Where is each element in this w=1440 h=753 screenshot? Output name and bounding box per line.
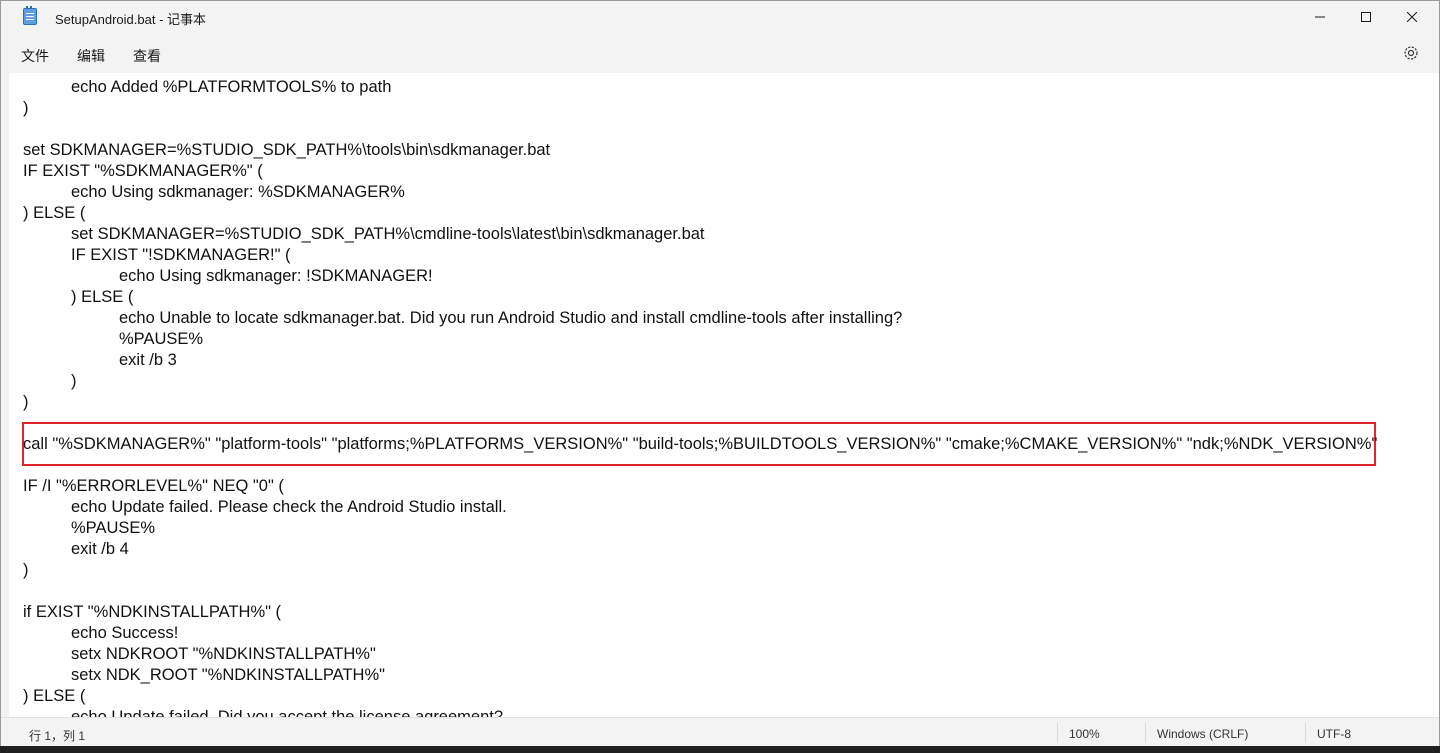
code-line: echo Success!: [71, 624, 179, 642]
maximize-button[interactable]: [1343, 1, 1389, 33]
background-strip: [0, 746, 1440, 753]
menu-edit[interactable]: 编辑: [77, 46, 105, 66]
divider: [1305, 723, 1306, 743]
code-line: IF EXIST "!SDKMANAGER!" (: [71, 246, 291, 264]
code-line: ) ELSE (: [23, 687, 86, 705]
code-line: echo Added %PLATFORMTOOLS% to path: [71, 78, 392, 96]
code-line: IF EXIST "%SDKMANAGER%" (: [23, 162, 263, 180]
code-line: set SDKMANAGER=%STUDIO_SDK_PATH%\cmdline…: [71, 225, 705, 243]
text-editor[interactable]: echo Added %PLATFORMTOOLS% to path ) set…: [9, 73, 1423, 717]
maximize-icon: [1361, 12, 1371, 22]
code-line: echo Using sdkmanager: !SDKMANAGER!: [119, 267, 433, 285]
code-line: echo Unable to locate sdkmanager.bat. Di…: [119, 309, 903, 327]
code-line: setx NDKROOT "%NDKINSTALLPATH%": [71, 645, 376, 663]
minimize-button[interactable]: [1297, 1, 1343, 33]
menu-file[interactable]: 文件: [21, 46, 49, 66]
title-bar[interactable]: SetupAndroid.bat - 记事本: [1, 1, 1439, 33]
code-line: exit /b 3: [119, 351, 177, 369]
close-icon: [1407, 12, 1417, 22]
code-line: ): [71, 372, 77, 390]
code-line: if EXIST "%NDKINSTALLPATH%" (: [23, 603, 282, 621]
notepad-window: SetupAndroid.bat - 记事本 文件 编辑 查看 echo Add…: [0, 0, 1440, 747]
vertical-scrollbar[interactable]: [1423, 73, 1439, 717]
close-button[interactable]: [1389, 1, 1435, 33]
zoom-level[interactable]: 100%: [1069, 727, 1100, 741]
window-title: SetupAndroid.bat - 记事本: [55, 12, 207, 27]
code-line: ): [23, 561, 29, 579]
line-ending[interactable]: Windows (CRLF): [1157, 727, 1248, 741]
status-bar: 行 1，列 1 100% Windows (CRLF) UTF-8: [1, 717, 1439, 747]
menu-view[interactable]: 查看: [133, 46, 161, 66]
encoding[interactable]: UTF-8: [1317, 727, 1351, 741]
divider: [1057, 723, 1058, 743]
cursor-position: 行 1，列 1: [29, 729, 86, 743]
code-line: %PAUSE%: [71, 519, 156, 537]
notepad-icon: [23, 6, 37, 25]
code-line: exit /b 4: [71, 540, 129, 558]
code-line: IF /I "%ERRORLEVEL%" NEQ "0" (: [23, 477, 284, 495]
code-line: echo Update failed. Did you accept the l…: [71, 708, 504, 717]
code-line: %PAUSE%: [119, 330, 204, 348]
code-line: echo Update failed. Please check the And…: [71, 498, 507, 516]
minimize-icon: [1315, 16, 1325, 18]
code-line: ): [23, 99, 29, 117]
divider: [1145, 723, 1146, 743]
code-line: ) ELSE (: [71, 288, 134, 306]
code-line: set SDKMANAGER=%STUDIO_SDK_PATH%\tools\b…: [23, 141, 551, 159]
code-line: echo Using sdkmanager: %SDKMANAGER%: [71, 183, 405, 201]
code-line: ): [23, 393, 29, 411]
code-line: setx NDK_ROOT "%NDKINSTALLPATH%": [71, 666, 385, 684]
code-line-highlighted: call "%SDKMANAGER%" "platform-tools" "pl…: [23, 435, 1378, 453]
gear-icon[interactable]: [1402, 44, 1420, 62]
code-line: ) ELSE (: [23, 204, 86, 222]
menu-bar: 文件 编辑 查看: [1, 33, 1439, 73]
